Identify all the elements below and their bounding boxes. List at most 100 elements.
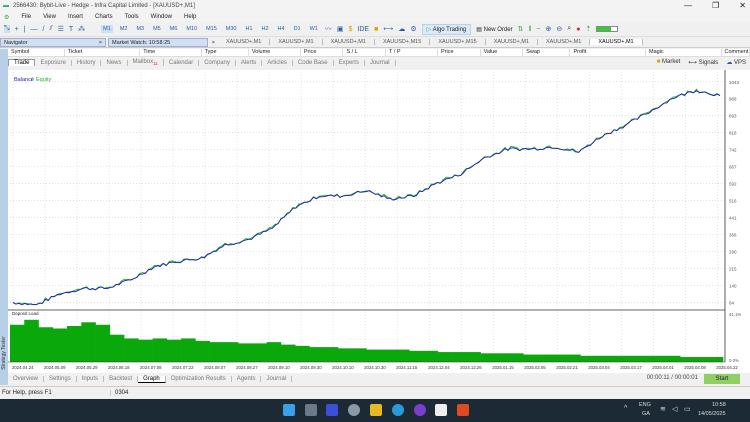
tab-graph[interactable]: Graph bbox=[138, 376, 166, 383]
fibonacci-icon[interactable]: ☰ bbox=[58, 25, 64, 33]
tab-trade[interactable]: Trade bbox=[8, 59, 35, 66]
col-magic[interactable]: Magic bbox=[646, 49, 722, 56]
menu-view[interactable]: View bbox=[43, 14, 56, 20]
timeframe-d1[interactable]: D1 bbox=[292, 25, 303, 33]
crosshair-icon[interactable]: + bbox=[15, 26, 19, 33]
signals-link[interactable]: ⟷ Signals bbox=[688, 59, 718, 66]
chart-tab[interactable]: XAUUSD+,M1 bbox=[486, 39, 538, 45]
timeframe-m10[interactable]: M10 bbox=[184, 25, 199, 33]
tab-journal[interactable]: Journal bbox=[365, 60, 396, 66]
menu-file[interactable]: File bbox=[21, 14, 31, 20]
col-symbol[interactable]: Symbol bbox=[8, 49, 65, 56]
timeframe-m5[interactable]: M5 bbox=[151, 25, 163, 33]
timeframe-m3[interactable]: M3 bbox=[134, 25, 146, 33]
market-watch-panel[interactable]: Market Watch: 10:58:25× bbox=[108, 38, 208, 47]
clock-time[interactable]: 10:58 bbox=[712, 402, 726, 408]
col-tp[interactable]: T / P bbox=[386, 49, 438, 56]
line-chart-icon[interactable]: ~ bbox=[536, 26, 540, 33]
col-swap[interactable]: Swap bbox=[523, 49, 570, 56]
tab-experts[interactable]: Experts bbox=[334, 60, 365, 66]
vps-link[interactable]: ☁ VPS bbox=[726, 59, 746, 66]
menu-charts[interactable]: Charts bbox=[95, 14, 113, 20]
new-order-button[interactable]: ▤ New Order bbox=[476, 26, 512, 33]
col-type[interactable]: Type bbox=[202, 49, 249, 56]
tab-company[interactable]: Company bbox=[199, 60, 236, 66]
timeframe-h4[interactable]: H4 bbox=[276, 25, 287, 33]
timeframe-m2[interactable]: M2 bbox=[118, 25, 130, 33]
col-ticket[interactable]: Ticket bbox=[65, 49, 141, 56]
tester-icon[interactable]: ⚙ bbox=[410, 25, 416, 33]
app-icon[interactable] bbox=[326, 404, 338, 416]
battery-icon[interactable]: ▭ bbox=[684, 405, 691, 413]
templates-icon[interactable]: ▣ bbox=[337, 25, 344, 33]
timeframe-h1[interactable]: H1 bbox=[243, 25, 254, 33]
horizontal-line-icon[interactable]: — bbox=[31, 26, 38, 33]
col-price[interactable]: Price bbox=[301, 49, 344, 56]
menu-insert[interactable]: Insert bbox=[68, 14, 83, 20]
tab-calendar[interactable]: Calendar bbox=[164, 60, 199, 66]
text-icon[interactable]: T bbox=[69, 26, 73, 33]
chart-tab-active[interactable]: XAUUSD+,M1 bbox=[590, 39, 642, 45]
chart-tab[interactable]: XAUUSD+,M1 bbox=[270, 39, 322, 45]
market-link[interactable]: ■ Market bbox=[657, 59, 681, 66]
tab-alerts[interactable]: Alerts bbox=[236, 60, 262, 66]
timeframe-m6[interactable]: M6 bbox=[168, 25, 180, 33]
col-volume[interactable]: Volume bbox=[249, 49, 301, 56]
tray-expand-icon[interactable]: ^ bbox=[624, 405, 627, 412]
tab-inputs[interactable]: Inputs bbox=[77, 376, 104, 382]
col-value[interactable]: Value bbox=[481, 49, 524, 56]
upload-icon[interactable]: ⇡ bbox=[585, 25, 591, 33]
tab-articles[interactable]: Articles bbox=[262, 60, 293, 66]
signals-icon[interactable]: ⟷ bbox=[383, 25, 393, 33]
language-indicator[interactable]: ENG bbox=[639, 402, 651, 408]
notifications-icon[interactable]: ● bbox=[576, 26, 580, 33]
channel-icon[interactable]: ⫽ bbox=[49, 25, 52, 33]
strategy-tester-side-tab[interactable]: Strategy Tester bbox=[0, 323, 8, 383]
chart-tab[interactable]: XAUUSD+,M1 bbox=[218, 39, 270, 45]
close-icon[interactable]: × bbox=[212, 39, 215, 47]
close-icon[interactable]: × bbox=[99, 39, 102, 47]
tab-mailbox[interactable]: Mailbox11 bbox=[128, 59, 164, 66]
close-button[interactable]: ✕ bbox=[739, 0, 746, 12]
col-time[interactable]: Time bbox=[140, 49, 201, 56]
maximize-button[interactable]: ❐ bbox=[712, 0, 719, 12]
tab-tester-journal[interactable]: Journal bbox=[261, 376, 292, 382]
cursor-icon[interactable]: ⤡ bbox=[4, 25, 10, 33]
chart-tab[interactable]: XAUUSD+,M1 bbox=[323, 39, 375, 45]
timeframe-m1[interactable]: M1 bbox=[101, 25, 113, 33]
menu-help[interactable]: Help bbox=[184, 14, 196, 20]
shapes-icon[interactable]: ⁂ bbox=[78, 25, 85, 33]
navigator-panel[interactable]: Navigator× bbox=[0, 38, 106, 47]
timeframe-m30[interactable]: M30 bbox=[224, 25, 239, 33]
tab-overview[interactable]: Overview bbox=[8, 376, 44, 382]
indicators-icon[interactable]: 〰 bbox=[325, 24, 332, 34]
bars-icon[interactable]: ‖ bbox=[529, 26, 532, 33]
volume-icon[interactable]: ◁ bbox=[672, 405, 677, 413]
zoom-in-icon[interactable]: ⊕ bbox=[546, 25, 552, 33]
tab-agents[interactable]: Agents bbox=[232, 376, 262, 382]
chart-tab[interactable]: XAUUSD+,M1 bbox=[538, 39, 590, 45]
metatrader-icon[interactable] bbox=[435, 404, 447, 416]
chart-tab[interactable]: XAUUSD+,M15 bbox=[430, 39, 485, 45]
timeframe-h2[interactable]: H2 bbox=[260, 25, 271, 33]
algo-trading-button[interactable]: ▷ Algo Trading bbox=[422, 24, 472, 35]
menu-window[interactable]: Window bbox=[151, 14, 172, 20]
menu-tools[interactable]: Tools bbox=[125, 14, 139, 20]
brave-icon[interactable] bbox=[457, 404, 469, 416]
trendline-icon[interactable]: / bbox=[43, 26, 45, 33]
telegram-icon[interactable] bbox=[392, 404, 404, 416]
settings-icon[interactable] bbox=[348, 404, 360, 416]
timeframe-w1[interactable]: W1 bbox=[308, 25, 320, 33]
wifi-icon[interactable]: ≋ bbox=[660, 405, 666, 413]
zoom-out-icon[interactable]: ⊖ bbox=[556, 25, 562, 33]
ide-icon[interactable]: IDE bbox=[357, 26, 369, 33]
app-icon[interactable] bbox=[414, 404, 426, 416]
minimize-button[interactable]: — bbox=[684, 0, 692, 12]
vps-icon[interactable]: ☁ bbox=[398, 25, 405, 33]
search-icon[interactable]: ⌕ bbox=[567, 25, 571, 33]
col-profit[interactable]: Profit bbox=[570, 49, 646, 56]
tab-exposure[interactable]: Exposure bbox=[35, 60, 71, 66]
chart-tab[interactable]: XAUUSD+,M15 bbox=[375, 39, 430, 45]
market-bag-icon[interactable]: ■ bbox=[374, 26, 378, 33]
tab-history[interactable]: History bbox=[72, 60, 102, 66]
